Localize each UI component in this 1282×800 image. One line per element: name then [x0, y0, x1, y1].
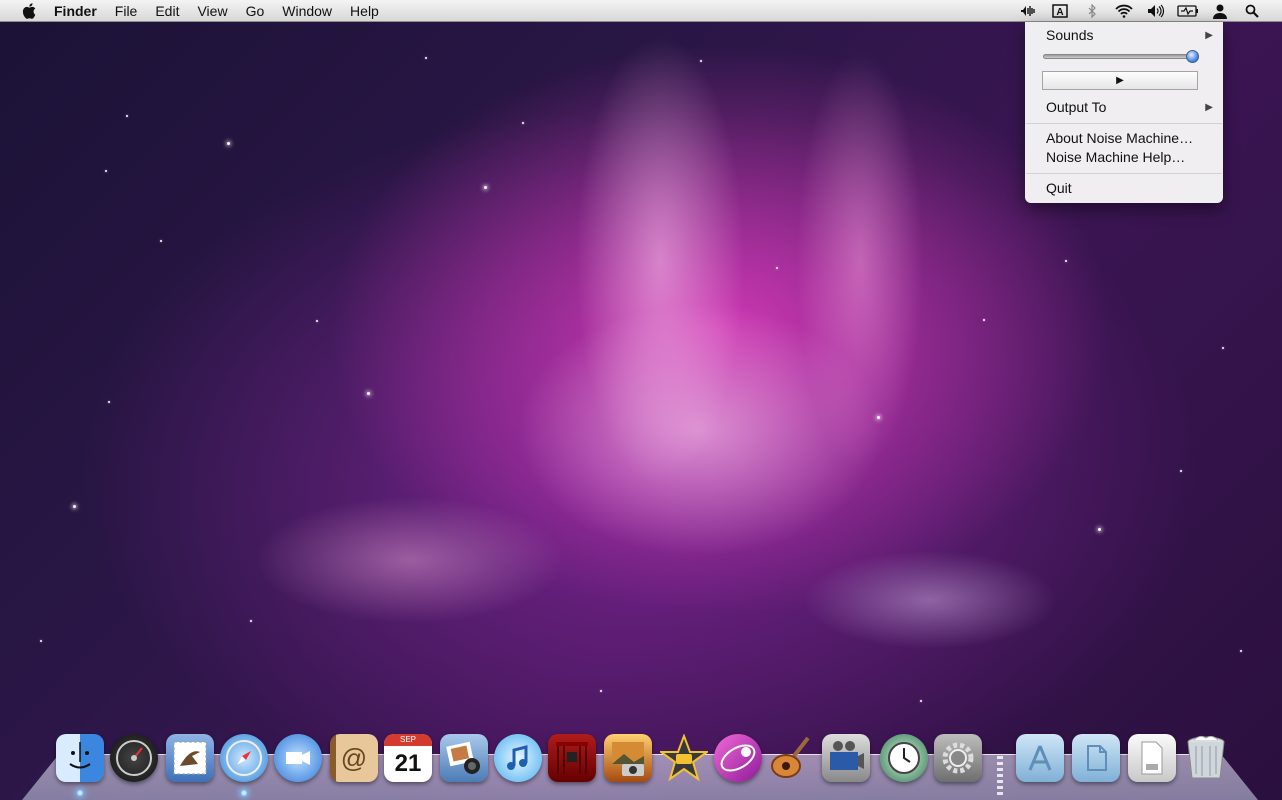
menu-file[interactable]: File — [106, 0, 147, 22]
menu-go[interactable]: Go — [237, 0, 274, 22]
volume-slider-track[interactable] — [1043, 54, 1195, 59]
system-preferences-icon[interactable] — [934, 734, 982, 782]
menu-edit[interactable]: Edit — [146, 0, 188, 22]
menu-finder[interactable]: Finder — [40, 0, 106, 22]
dashboard-icon[interactable] — [110, 734, 158, 782]
noise-machine-icon[interactable] — [1012, 0, 1044, 22]
sounds-label: Sounds — [1046, 27, 1094, 43]
user-icon[interactable] — [1204, 0, 1236, 22]
running-indicator — [77, 790, 83, 796]
running-indicator — [241, 790, 247, 796]
imovie-icon[interactable] — [660, 734, 708, 782]
sounds-menu-item[interactable]: Sounds ▶ — [1025, 26, 1223, 45]
documents-folder-icon[interactable] — [1072, 734, 1120, 782]
ichat-icon[interactable] — [274, 734, 322, 782]
volume-icon[interactable] — [1140, 0, 1172, 22]
mail-icon[interactable] — [166, 734, 214, 782]
status-menus: A — [1012, 0, 1268, 22]
play-icon: ▶ — [1116, 75, 1124, 86]
output-to-menu-item[interactable]: Output To ▶ — [1025, 98, 1223, 117]
bluetooth-icon[interactable] — [1076, 0, 1108, 22]
safari-icon[interactable] — [220, 734, 268, 782]
svg-text:A: A — [1056, 7, 1063, 18]
vitamin-r-icon[interactable] — [714, 734, 762, 782]
wifi-icon[interactable] — [1108, 0, 1140, 22]
address-book-icon[interactable]: @ — [330, 734, 378, 782]
battery-icon[interactable] — [1172, 0, 1204, 22]
quit-menu-item[interactable]: Quit — [1025, 179, 1223, 198]
keyboard-input-icon[interactable]: A — [1044, 0, 1076, 22]
dock-separator[interactable] — [997, 756, 1003, 798]
ical-icon[interactable]: SEP 21 — [384, 734, 432, 782]
trash-icon[interactable] — [1182, 734, 1230, 782]
output-to-label: Output To — [1046, 99, 1107, 115]
front-row-icon[interactable] — [548, 734, 596, 782]
menu-window[interactable]: Window — [273, 0, 341, 22]
menu-separator — [1026, 123, 1222, 124]
itunes-icon[interactable] — [494, 734, 542, 782]
spotlight-search-icon[interactable] — [1236, 0, 1268, 22]
ical-month: SEP — [384, 734, 432, 746]
downloads-icon[interactable] — [1128, 734, 1176, 782]
help-menu-item[interactable]: Noise Machine Help… — [1025, 148, 1223, 167]
time-machine-icon[interactable] — [880, 734, 928, 782]
finder-icon[interactable] — [56, 734, 104, 782]
garageband-icon[interactable] — [768, 734, 816, 782]
play-button[interactable]: ▶ — [1042, 71, 1198, 90]
submenu-arrow-icon: ▶ — [1205, 102, 1213, 113]
applications-folder-icon[interactable] — [1016, 734, 1064, 782]
noise-machine-menu: Sounds ▶ ▶ Output To ▶ About Noise Machi… — [1025, 22, 1223, 203]
menu-help[interactable]: Help — [341, 0, 388, 22]
submenu-arrow-icon: ▶ — [1205, 30, 1213, 41]
iphoto-icon[interactable] — [440, 734, 488, 782]
apple-menu-icon[interactable] — [18, 0, 40, 22]
about-menu-item[interactable]: About Noise Machine… — [1025, 129, 1223, 148]
dvd-player-icon[interactable] — [822, 734, 870, 782]
menu-view[interactable]: View — [188, 0, 236, 22]
menu-separator — [1026, 173, 1222, 174]
photo-booth-icon[interactable] — [604, 734, 652, 782]
volume-slider-knob[interactable] — [1185, 50, 1199, 63]
ical-day: 21 — [394, 750, 422, 777]
menu-bar: Finder File Edit View Go Window Help A — [0, 0, 1282, 22]
